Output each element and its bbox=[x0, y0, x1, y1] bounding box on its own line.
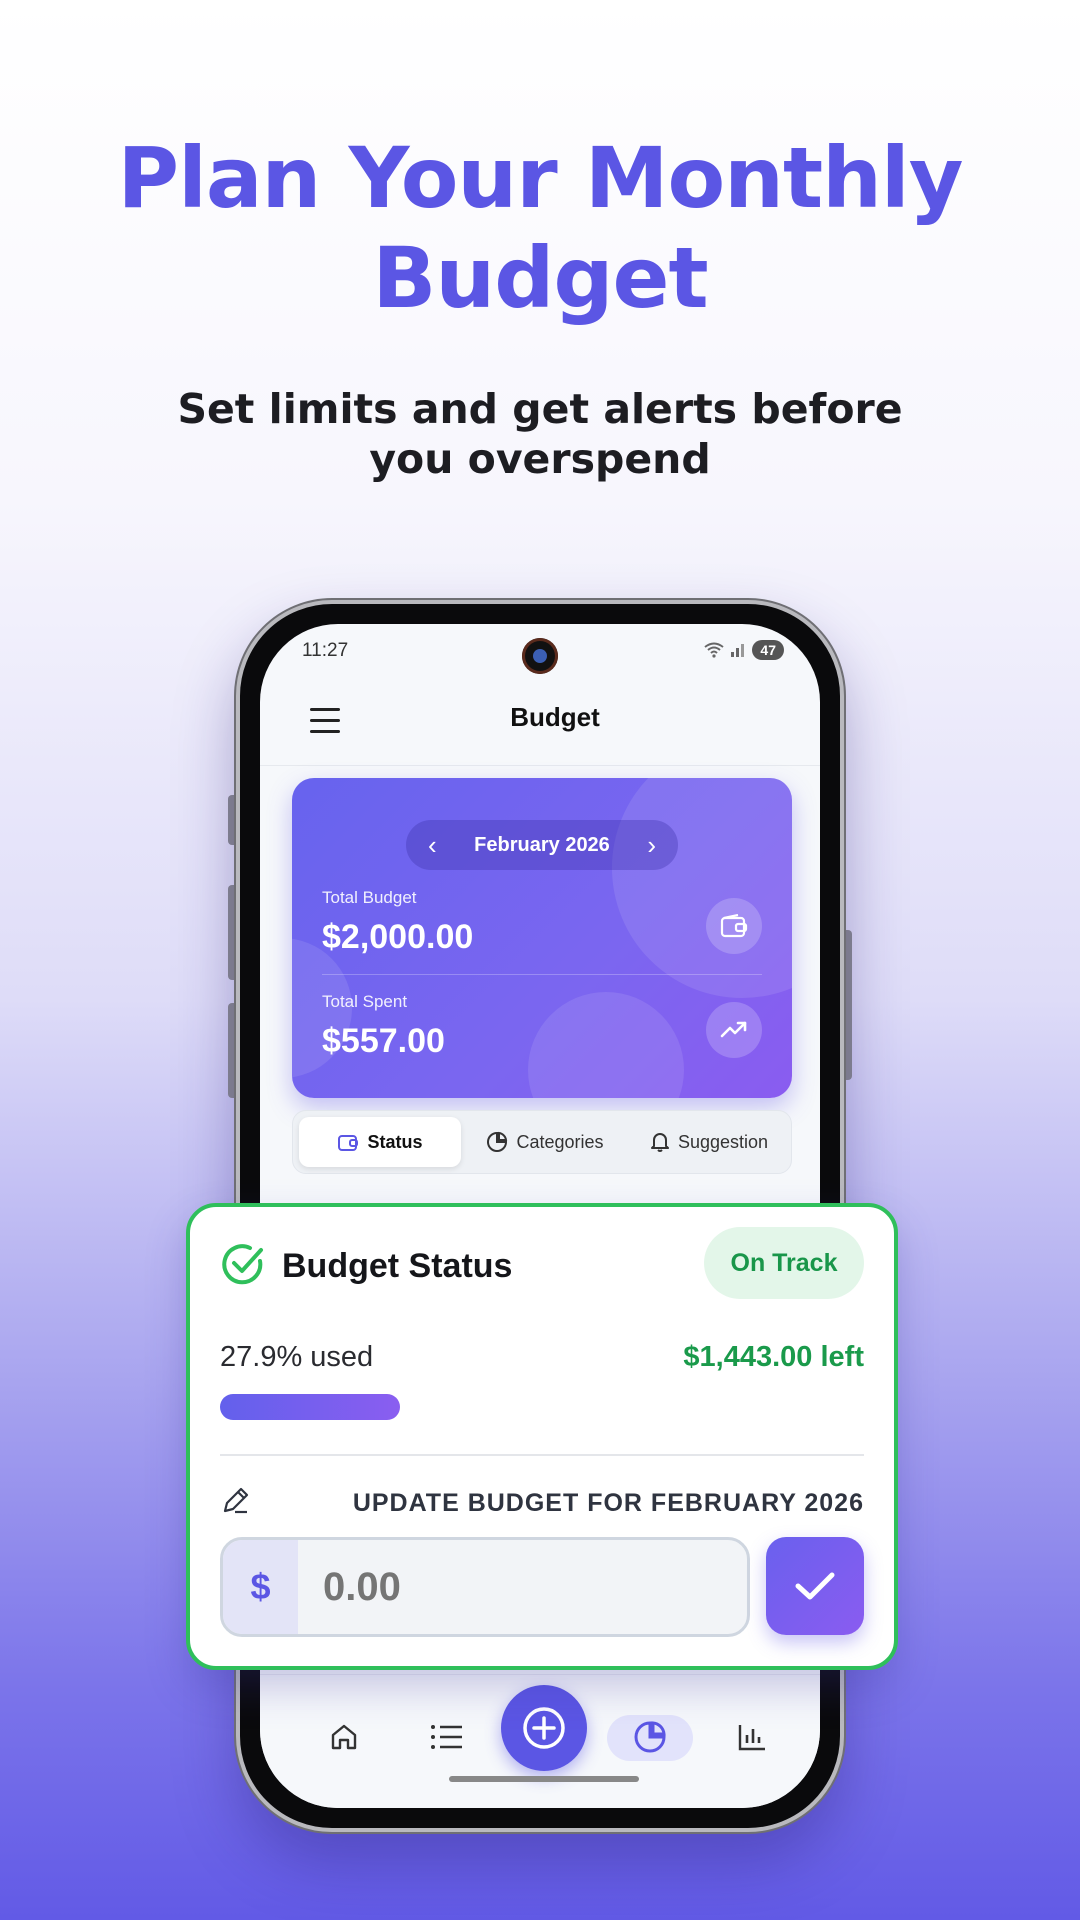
hero-title-line2: Budget bbox=[372, 229, 708, 327]
front-camera bbox=[522, 638, 558, 674]
tab-label: Categories bbox=[516, 1131, 604, 1152]
wallet-icon bbox=[338, 1135, 359, 1151]
status-icons: 47 bbox=[704, 640, 784, 660]
total-spent-label: Total Spent bbox=[322, 992, 408, 1011]
budget-status-title: Budget Status bbox=[282, 1247, 513, 1285]
hero-subtitle-line2: you overspend bbox=[369, 435, 711, 483]
nav-budget-icon-wrap[interactable] bbox=[625, 1715, 675, 1759]
total-spent-value: $557.00 bbox=[322, 1022, 445, 1060]
wifi-icon bbox=[704, 642, 725, 658]
hero-title: Plan Your Monthly Budget bbox=[0, 128, 1080, 328]
check-circle-icon bbox=[222, 1244, 263, 1285]
budget-amount-input[interactable] bbox=[323, 1540, 723, 1634]
hero-title-line1: Plan Your Monthly bbox=[117, 129, 964, 227]
battery-indicator: 47 bbox=[752, 640, 784, 660]
decor-circle bbox=[612, 778, 792, 998]
budget-summary-card: ‹ February 2026 › Total Budget $2,000.00… bbox=[292, 778, 792, 1098]
divider bbox=[220, 1454, 864, 1456]
budget-tabs: Status Categories Suggestion bbox=[292, 1110, 792, 1174]
budget-progress-fill bbox=[220, 1394, 400, 1420]
add-icon bbox=[523, 1707, 565, 1749]
app-header: Budget bbox=[260, 680, 820, 766]
amount-left: $1,443.00 left bbox=[683, 1341, 864, 1373]
nav-transactions[interactable] bbox=[422, 1715, 472, 1759]
budget-amount-field: $ bbox=[220, 1537, 750, 1637]
decor-circle bbox=[528, 992, 684, 1098]
update-budget-label: UPDATE BUDGET FOR FEBRUARY 2026 bbox=[352, 1489, 864, 1517]
wallet-icon bbox=[706, 898, 762, 954]
total-budget-label: Total Budget bbox=[322, 888, 417, 907]
chevron-left-icon[interactable]: ‹ bbox=[428, 832, 437, 858]
tab-status[interactable]: Status bbox=[299, 1117, 461, 1167]
checkmark-icon bbox=[795, 1572, 835, 1600]
stats-icon bbox=[738, 1725, 765, 1751]
month-label: February 2026 bbox=[474, 833, 610, 856]
nav-home[interactable] bbox=[319, 1715, 369, 1759]
signal-icon bbox=[731, 644, 745, 657]
tab-categories[interactable]: Categories bbox=[465, 1117, 625, 1167]
budget-pie-icon bbox=[634, 1721, 666, 1753]
chevron-right-icon[interactable]: › bbox=[647, 832, 656, 858]
tab-label: Suggestion bbox=[677, 1131, 769, 1152]
bell-icon bbox=[650, 1133, 669, 1152]
home-icon bbox=[331, 1724, 357, 1750]
status-bar: 11:27 47 bbox=[260, 624, 820, 680]
budget-status-card: Budget Status On Track 27.9% used $1,443… bbox=[186, 1203, 898, 1670]
currency-symbol: $ bbox=[223, 1540, 298, 1634]
card-divider bbox=[322, 974, 762, 975]
trending-up-icon bbox=[706, 1002, 762, 1058]
pie-chart-icon bbox=[487, 1131, 508, 1152]
pencil-icon bbox=[223, 1487, 249, 1514]
bottom-navigation bbox=[260, 1674, 820, 1808]
status-time: 11:27 bbox=[302, 640, 349, 661]
home-indicator bbox=[449, 1776, 639, 1782]
hero-subtitle: Set limits and get alerts before you ove… bbox=[0, 384, 1080, 484]
nav-stats[interactable] bbox=[727, 1715, 777, 1759]
confirm-button[interactable] bbox=[766, 1537, 864, 1635]
page-title: Budget bbox=[510, 702, 600, 732]
nav-add-button[interactable] bbox=[501, 1685, 587, 1771]
tab-suggestion[interactable]: Suggestion bbox=[629, 1117, 789, 1167]
total-budget-value: $2,000.00 bbox=[322, 918, 474, 956]
list-icon bbox=[431, 1725, 462, 1749]
month-selector: ‹ February 2026 › bbox=[406, 820, 678, 870]
budget-progress-bar bbox=[220, 1394, 864, 1420]
used-percentage: 27.9% used bbox=[220, 1341, 374, 1373]
hero-subtitle-line1: Set limits and get alerts before bbox=[177, 385, 903, 433]
status-badge: On Track bbox=[704, 1227, 864, 1299]
tab-label: Status bbox=[367, 1131, 423, 1152]
